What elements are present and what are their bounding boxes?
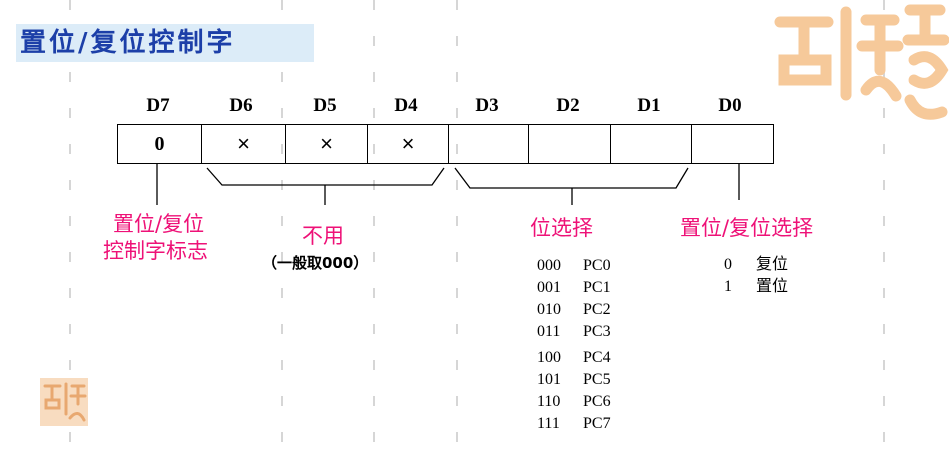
list-item: 001 PC1 <box>537 279 611 296</box>
list-item: 111 PC7 <box>537 415 611 432</box>
list-item: 1 置位 <box>724 276 789 295</box>
bit-select-list: 000 PC0 001 PC1 010 PC2 011 PC3 100 PC4 101 PC… <box>537 255 611 435</box>
list-item: 100 PC4 <box>537 349 611 366</box>
list-item: 011 PC3 <box>537 323 611 340</box>
list-item: 110 PC6 <box>537 393 611 410</box>
list-item: 101 PC5 <box>537 371 611 388</box>
bit-select-label: 位选择 <box>530 216 593 240</box>
list-item: 0 复位 <box>724 254 789 273</box>
flag-label-line2: 控制字标志 <box>103 239 208 263</box>
list-item: 000 PC0 <box>537 257 611 274</box>
unused-label: 不用 <box>302 224 344 248</box>
set-reset-list: 0 复位 1 置位 <box>724 253 788 297</box>
list-item: 010 PC2 <box>537 301 611 318</box>
unused-note: （一般取000） <box>262 254 369 272</box>
set-reset-select-label: 置位/复位选择 <box>680 216 814 240</box>
flag-label-line1: 置位/复位 <box>113 212 205 236</box>
